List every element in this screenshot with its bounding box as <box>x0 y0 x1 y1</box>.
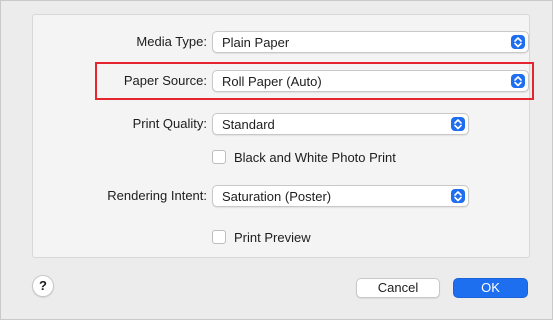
help-button[interactable]: ? <box>32 275 54 297</box>
paper-source-value: Roll Paper (Auto) <box>222 74 322 89</box>
bw-photo-print-label: Black and White Photo Print <box>234 150 396 165</box>
rendering-intent-value: Saturation (Poster) <box>222 189 332 204</box>
print-quality-value: Standard <box>222 117 275 132</box>
print-preview-option[interactable]: Print Preview <box>212 229 372 247</box>
media-type-row: Media Type: <box>1 29 207 55</box>
bw-photo-print-checkbox[interactable] <box>212 150 226 164</box>
media-type-popup[interactable]: Plain Paper <box>212 31 529 53</box>
rendering-intent-popup[interactable]: Saturation (Poster) <box>212 185 469 207</box>
cancel-button[interactable]: Cancel <box>356 278 440 298</box>
media-type-label: Media Type: <box>136 34 207 49</box>
paper-source-row: Paper Source: <box>1 68 207 94</box>
paper-source-popup[interactable]: Roll Paper (Auto) <box>212 70 529 92</box>
question-mark-icon: ? <box>39 278 47 293</box>
rendering-intent-label: Rendering Intent: <box>107 188 207 203</box>
print-quality-label: Print Quality: <box>132 116 207 131</box>
print-settings-dialog: Media Type: Plain Paper Paper Source: Ro… <box>0 0 553 320</box>
paper-source-label: Paper Source: <box>123 73 207 88</box>
print-preview-label: Print Preview <box>234 230 311 245</box>
chevron-up-down-icon <box>511 35 525 49</box>
print-preview-checkbox[interactable] <box>212 230 226 244</box>
bw-photo-print-option[interactable]: Black and White Photo Print <box>212 149 472 167</box>
chevron-up-down-icon <box>451 189 465 203</box>
media-type-value: Plain Paper <box>222 35 290 50</box>
chevron-up-down-icon <box>451 117 465 131</box>
rendering-intent-row: Rendering Intent: <box>1 183 207 209</box>
chevron-up-down-icon <box>511 74 525 88</box>
print-quality-row: Print Quality: <box>1 111 207 137</box>
print-quality-popup[interactable]: Standard <box>212 113 469 135</box>
ok-button[interactable]: OK <box>453 278 528 298</box>
